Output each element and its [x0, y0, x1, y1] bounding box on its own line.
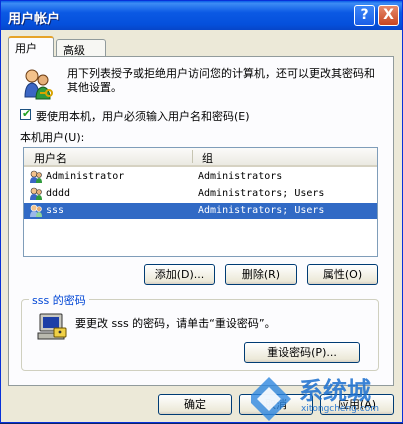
computer-password-icon	[37, 313, 67, 340]
require-password-checkbox[interactable]: ✔	[20, 107, 32, 120]
user-group: Administrators; Users	[198, 205, 325, 216]
title-bar[interactable]: 用户帐户 ? X	[1, 1, 402, 30]
password-instruction-text: 要更改 sss 的密码，请单击“重设密码”。	[75, 317, 276, 330]
table-row[interactable]: dddd Administrators; Users	[24, 186, 377, 202]
window-title: 用户帐户	[8, 12, 61, 27]
column-header-username[interactable]: 用户名	[34, 150, 67, 166]
column-header-group[interactable]: 组	[202, 150, 213, 166]
checkmark-icon: ✔	[22, 107, 32, 120]
password-group-title: sss 的密码	[29, 292, 89, 308]
ok-button[interactable]: 确定	[158, 394, 232, 415]
delete-user-button[interactable]: 删除(R)	[225, 264, 297, 285]
tab-advanced[interactable]: 高级	[56, 39, 106, 57]
reset-password-button[interactable]: 重设密码(P)...	[244, 342, 360, 363]
user-icon	[30, 204, 42, 217]
user-group: Administrators	[198, 171, 283, 182]
table-row-selected[interactable]: sss Administrators; Users	[24, 203, 377, 219]
list-header: 用户名 组	[24, 148, 377, 167]
close-button[interactable]: X	[378, 5, 399, 26]
intro-text: 用下列表授予或拒绝用户访问您的计算机，还可以更改其密码和其他设置。	[67, 67, 375, 94]
watermark-url: xitongcheng.com	[301, 404, 379, 414]
user-accounts-window: 用户帐户 ? X 高级 用户 用下列表授予或拒绝用户访问您的计算机，还可以更改其…	[0, 0, 403, 423]
users-keys-icon	[24, 69, 53, 100]
column-separator[interactable]	[192, 150, 193, 163]
user-icon	[30, 187, 42, 200]
help-button[interactable]: ?	[354, 5, 375, 26]
table-row[interactable]: Administrator Administrators	[24, 169, 377, 185]
local-users-label: 本机用户(U):	[20, 131, 85, 144]
properties-button[interactable]: 属性(O)	[307, 264, 378, 285]
tab-users[interactable]: 用户	[8, 36, 54, 57]
local-users-list[interactable]: 用户名 组 Administrator Administrators dddd …	[23, 147, 378, 257]
user-icon	[30, 170, 42, 183]
user-name: sss	[46, 205, 65, 216]
require-password-label[interactable]: 要使用本机，用户必须输入用户名和密码(E)	[36, 108, 250, 124]
user-name: dddd	[46, 188, 71, 199]
add-user-button[interactable]: 添加(D)...	[144, 264, 215, 285]
user-group: Administrators; Users	[198, 188, 325, 199]
user-name: Administrator	[46, 171, 125, 182]
watermark-brand: 系统城	[299, 377, 371, 405]
